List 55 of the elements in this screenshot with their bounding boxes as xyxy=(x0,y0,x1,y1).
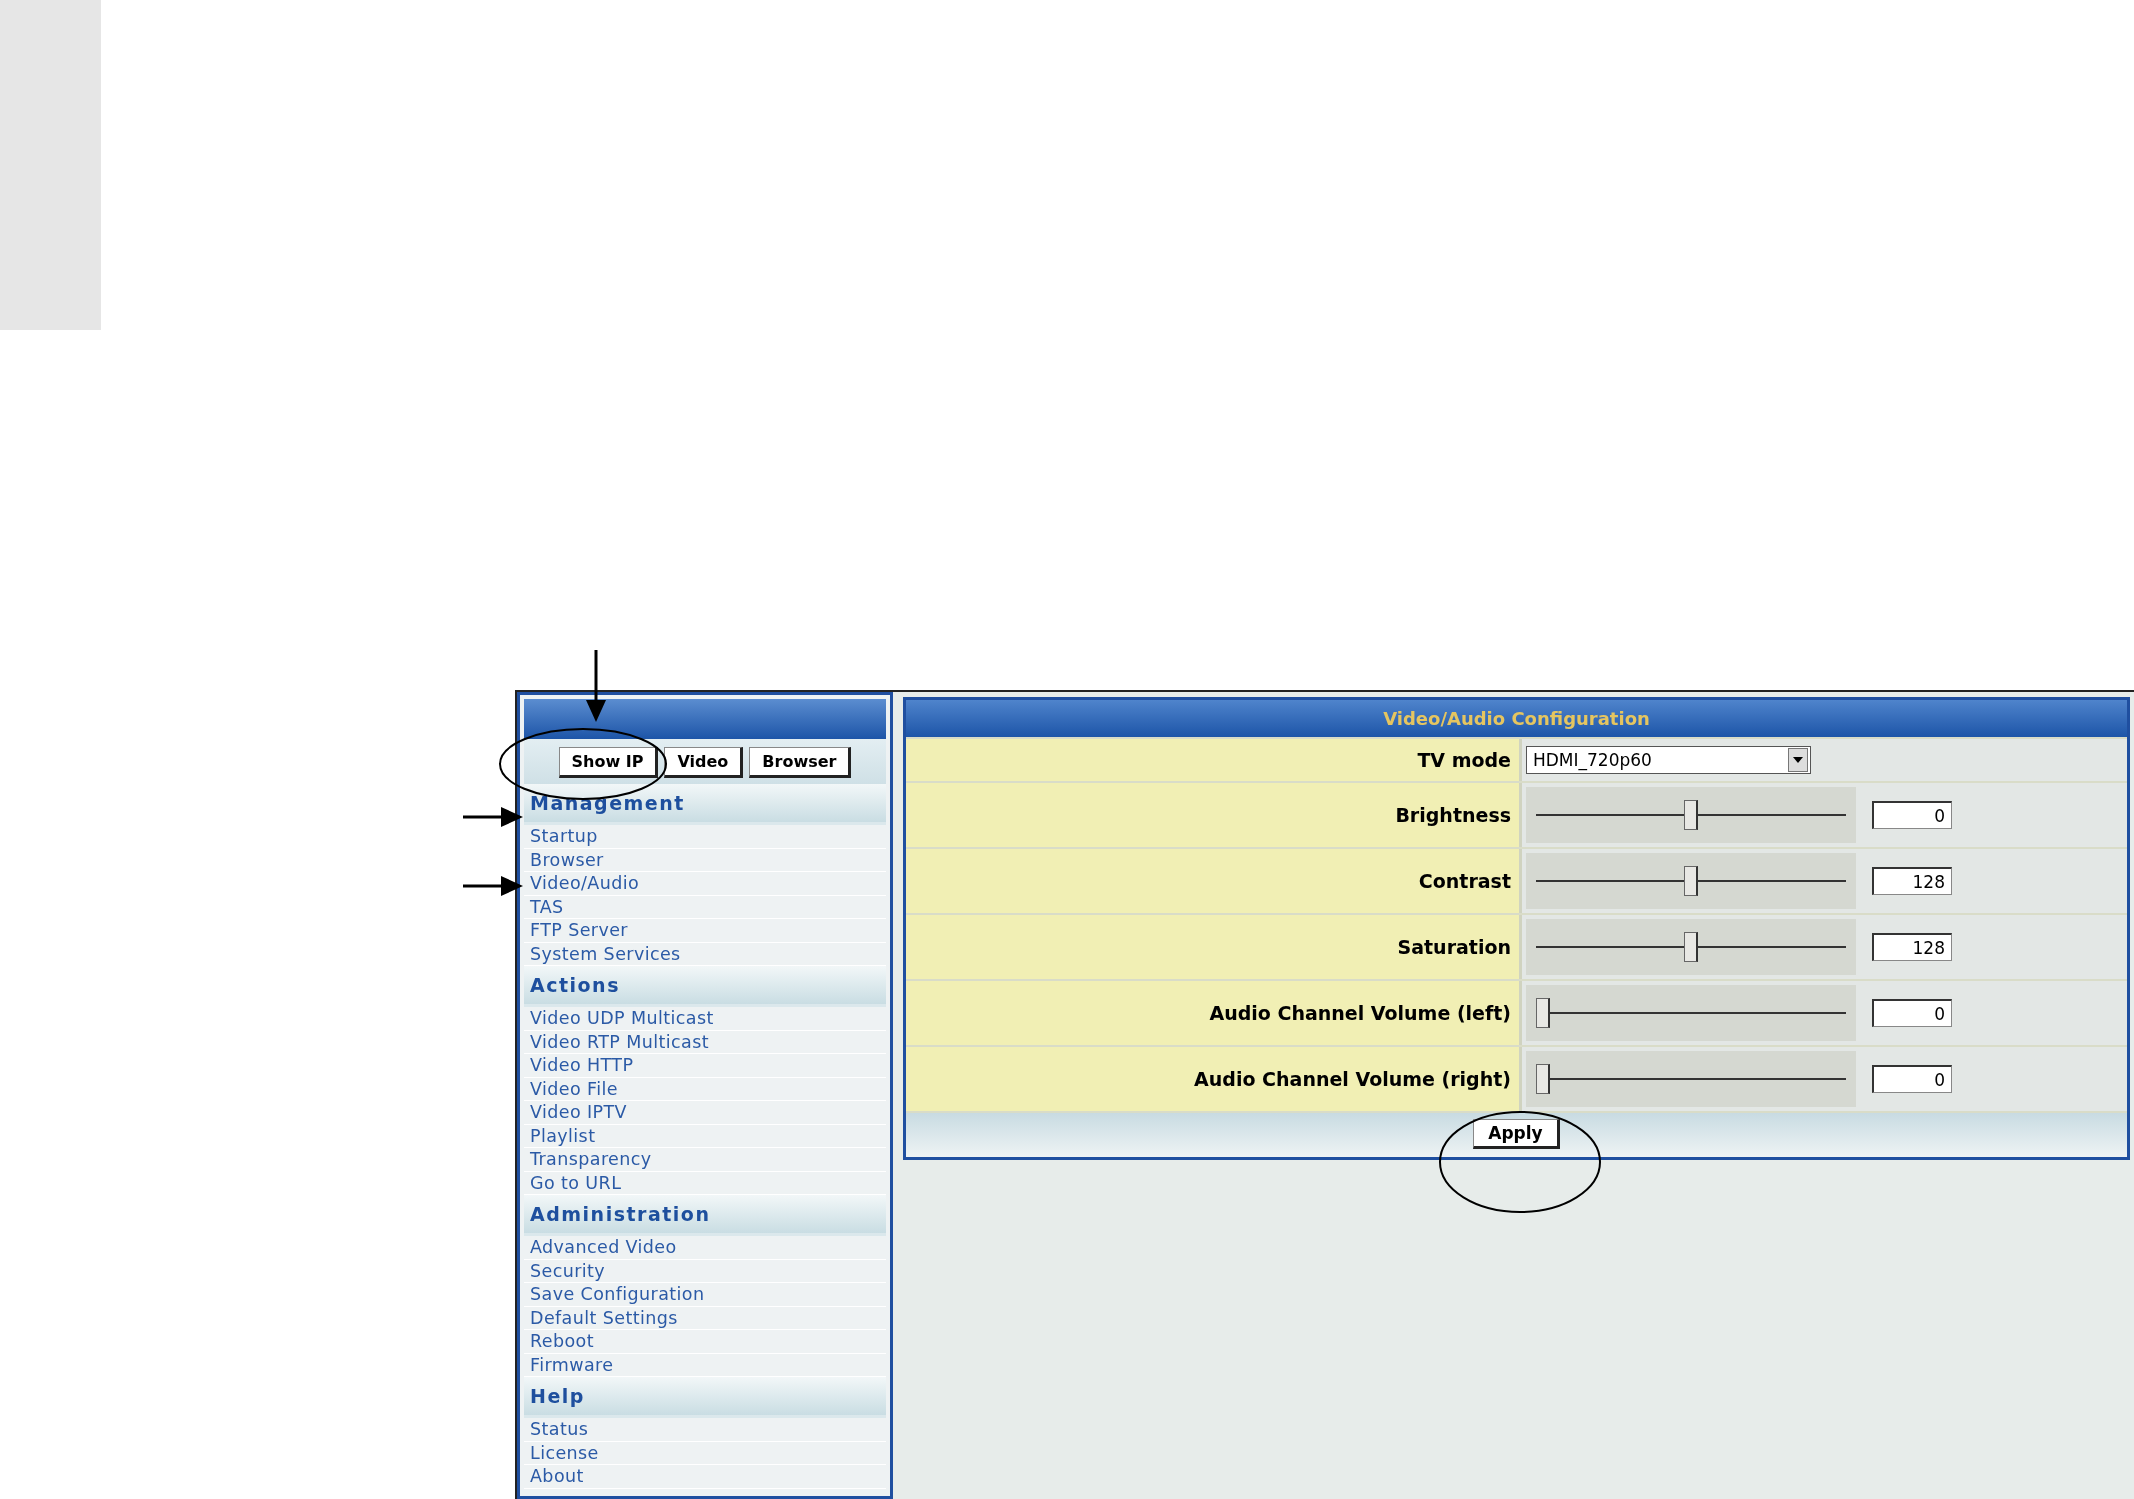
value-field[interactable]: 0 xyxy=(1872,801,1952,829)
slider[interactable] xyxy=(1536,1062,1846,1096)
setting-label: TV mode xyxy=(906,739,1522,781)
dropdown-caret-icon[interactable] xyxy=(1788,748,1808,772)
slider[interactable] xyxy=(1536,864,1846,898)
slider[interactable] xyxy=(1536,996,1846,1030)
setting-label: Brightness xyxy=(906,783,1522,847)
nav-link[interactable]: Advanced Video xyxy=(524,1236,886,1260)
nav-button[interactable]: Video xyxy=(664,747,744,778)
nav-button[interactable]: Show IP xyxy=(558,747,659,778)
annotation-arrow xyxy=(586,650,606,722)
setting-label: Saturation xyxy=(906,915,1522,979)
setting-label: Audio Channel Volume (left) xyxy=(906,981,1522,1045)
nav-link[interactable]: Browser xyxy=(524,848,886,872)
nav-link[interactable]: About xyxy=(524,1465,886,1489)
nav-link[interactable]: Reboot xyxy=(524,1330,886,1354)
slider-thumb[interactable] xyxy=(1536,998,1550,1028)
annotation-arrow xyxy=(463,807,523,827)
section-heading: Help xyxy=(524,1377,886,1418)
slider-thumb[interactable] xyxy=(1684,866,1698,896)
tv-mode-dropdown[interactable]: HDMI_720p60 xyxy=(1526,746,1811,774)
nav-link[interactable]: Default Settings xyxy=(524,1306,886,1330)
nav-link[interactable]: TAS xyxy=(524,895,886,919)
nav-link[interactable]: Save Configuration xyxy=(524,1283,886,1307)
nav-link[interactable]: Video IPTV xyxy=(524,1101,886,1125)
nav-link[interactable]: Startup xyxy=(524,825,886,849)
value-field[interactable]: 128 xyxy=(1872,867,1952,895)
value-field[interactable]: 0 xyxy=(1872,999,1952,1027)
apply-button[interactable]: Apply xyxy=(1473,1119,1560,1149)
nav-link[interactable]: Playlist xyxy=(524,1124,886,1148)
slider[interactable] xyxy=(1536,930,1846,964)
value-field[interactable]: 128 xyxy=(1872,933,1952,961)
nav-button[interactable]: Browser xyxy=(749,747,852,778)
nav-link[interactable]: Video/Audio xyxy=(524,872,886,896)
nav-link[interactable]: Status xyxy=(524,1418,886,1442)
nav-link[interactable]: FTP Server xyxy=(524,919,886,943)
nav-link[interactable]: Transparency xyxy=(524,1148,886,1172)
nav-link[interactable]: Video RTP Multicast xyxy=(524,1030,886,1054)
section-heading: Management xyxy=(524,784,886,825)
nav-link[interactable]: License xyxy=(524,1441,886,1465)
slider[interactable] xyxy=(1536,798,1846,832)
annotation-arrow xyxy=(463,876,523,896)
slider-thumb[interactable] xyxy=(1536,1064,1550,1094)
slider-thumb[interactable] xyxy=(1684,932,1698,962)
section-heading: Actions xyxy=(524,966,886,1007)
nav-link[interactable]: Security xyxy=(524,1259,886,1283)
setting-label: Contrast xyxy=(906,849,1522,913)
nav-link[interactable]: Video HTTP xyxy=(524,1054,886,1078)
setting-label: Audio Channel Volume (right) xyxy=(906,1047,1522,1111)
nav-link[interactable]: Video File xyxy=(524,1077,886,1101)
section-heading: Administration xyxy=(524,1195,886,1236)
panel-title: Video/Audio Configuration xyxy=(906,700,2127,737)
nav-link[interactable]: Video UDP Multicast xyxy=(524,1007,886,1031)
value-field[interactable]: 0 xyxy=(1872,1065,1952,1093)
slider-thumb[interactable] xyxy=(1684,800,1698,830)
